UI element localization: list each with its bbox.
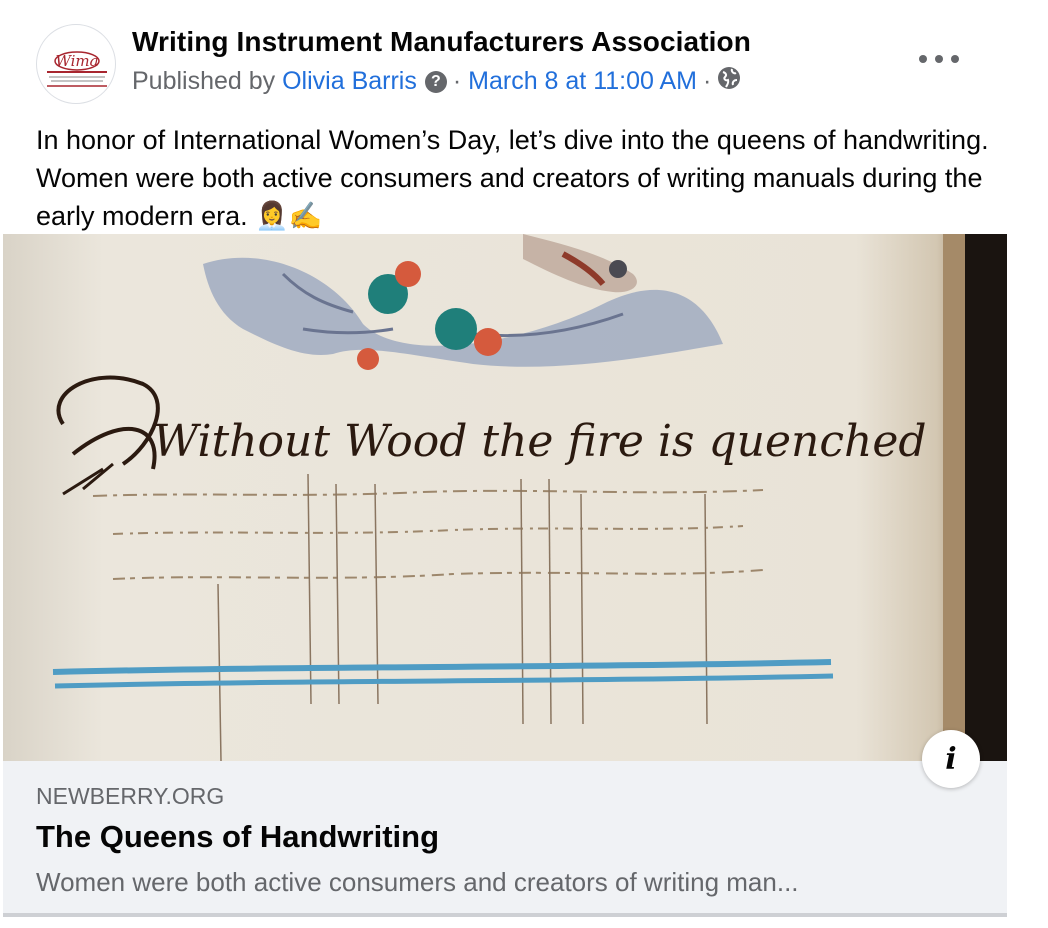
manuscript-caption: Without Wood the fire is quenched: [153, 416, 927, 467]
link-description: Women were both active consumers and cre…: [36, 867, 799, 897]
separator-dot: ·: [452, 67, 462, 95]
separator-dot: ·: [702, 67, 712, 95]
more-options-icon[interactable]: [919, 44, 959, 74]
link-image[interactable]: Without Wood the fire is quenched: [3, 234, 1007, 761]
link-preview[interactable]: NEWBERRY.ORG The Queens of Handwriting W…: [3, 761, 1007, 913]
page-avatar[interactable]: Wima: [36, 24, 116, 104]
post-meta: Published by Olivia Barris ? · March 8 a…: [132, 66, 741, 97]
svg-text:Wima: Wima: [55, 52, 98, 70]
globe-icon[interactable]: [717, 66, 741, 97]
published-by-label: Published by: [132, 67, 276, 95]
divider: [3, 913, 1007, 917]
help-icon[interactable]: ?: [424, 70, 447, 93]
post-card: Wima Writing Instrument Manufacturers As…: [3, 0, 1007, 928]
timestamp-link[interactable]: March 8 at 11:00 AM: [468, 67, 697, 96]
info-icon[interactable]: i: [922, 730, 980, 788]
link-title[interactable]: The Queens of Handwriting: [36, 819, 439, 855]
wima-logo: Wima: [47, 51, 107, 87]
manuscript-image: Without Wood the fire is quenched: [3, 234, 1007, 761]
author-link[interactable]: Olivia Barris: [282, 67, 417, 96]
page-background: [1007, 0, 1048, 928]
page-name-link[interactable]: Writing Instrument Manufacturers Associa…: [132, 26, 751, 58]
link-domain: NEWBERRY.ORG: [36, 783, 225, 809]
post-text: In honor of International Women’s Day, l…: [36, 125, 989, 231]
